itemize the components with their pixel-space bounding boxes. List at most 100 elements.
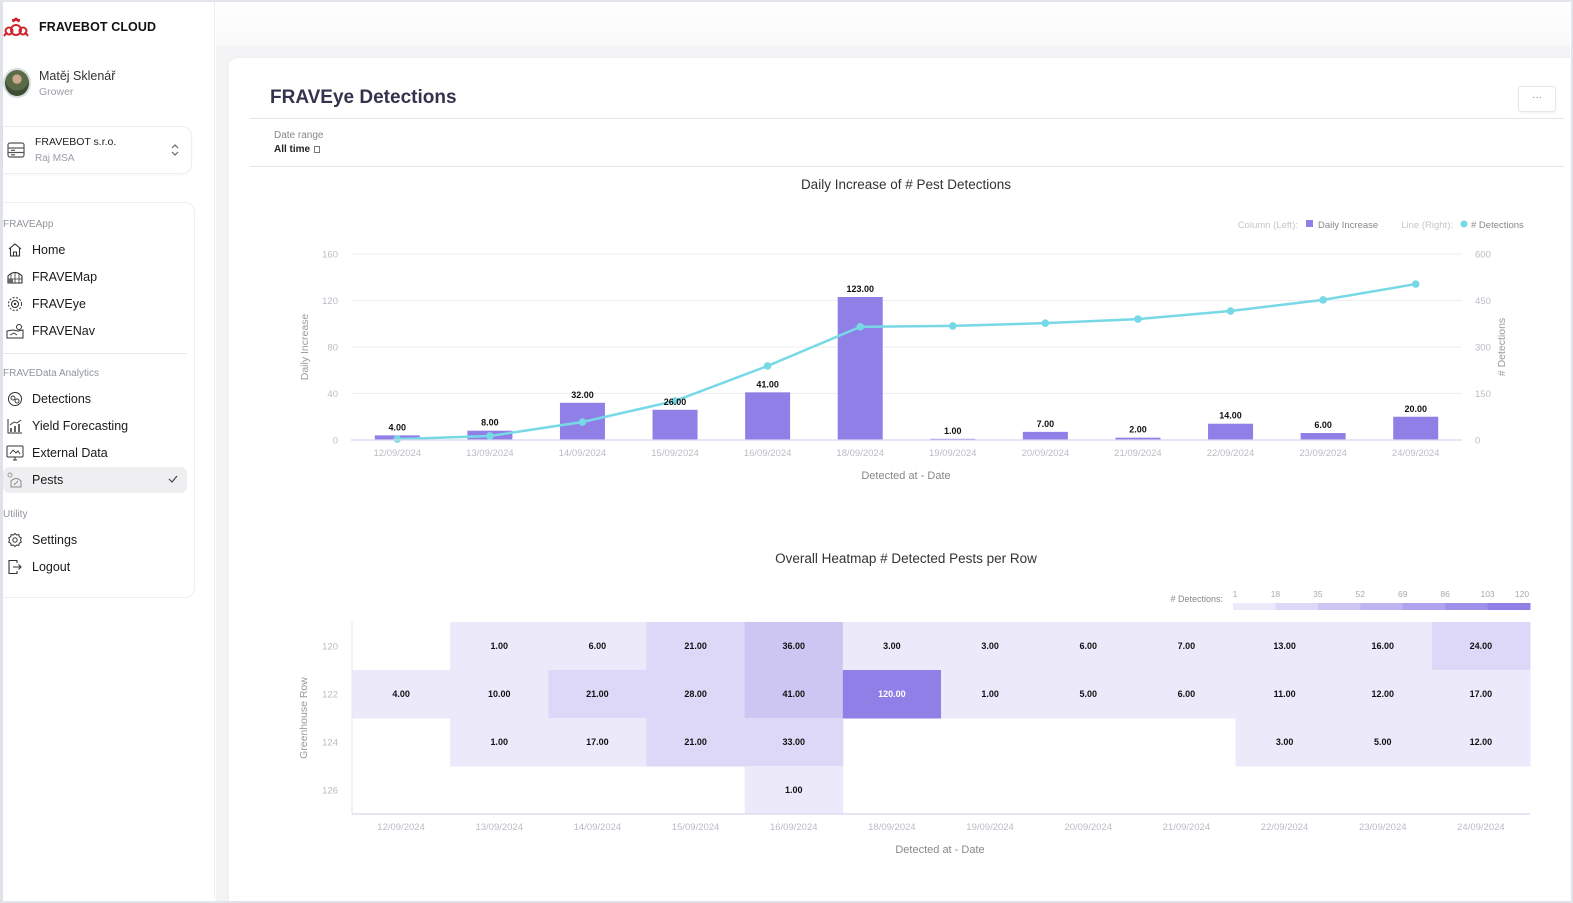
- bar-data-label: 20.00: [1404, 404, 1427, 414]
- y-right-tick-label: 0: [1475, 436, 1480, 447]
- bar[interactable]: [837, 297, 883, 440]
- heatmap-x-tick-label: 16/09/2024: [770, 822, 818, 833]
- heatmap-legend-stop: 52: [1356, 589, 1366, 599]
- bar[interactable]: [652, 409, 698, 440]
- heatmap-x-tick-label: 21/09/2024: [1163, 822, 1211, 833]
- heatmap-cell-label: 6.00: [1178, 689, 1196, 699]
- heatmap-cell-label: 120.00: [878, 689, 906, 699]
- heatmap-cell-label: 21.00: [684, 641, 707, 651]
- heatmap-legend-swatch: [1233, 603, 1276, 610]
- heatmap-cell-label: 11.00: [1274, 689, 1296, 699]
- heatmap-cell-label: 28.00: [684, 689, 707, 699]
- x-tick-label: 12/09/2024: [374, 448, 422, 459]
- bar[interactable]: [1022, 431, 1068, 440]
- line-point[interactable]: [578, 418, 587, 426]
- heatmap-cell-label: 1.00: [490, 737, 508, 747]
- line-point[interactable]: [1134, 315, 1142, 323]
- heatmap-legend-stop: 18: [1271, 589, 1281, 599]
- heatmap-cell-label: 7.00: [1178, 641, 1196, 651]
- y-right-tick-label: 600: [1475, 250, 1491, 261]
- line-point[interactable]: [763, 362, 772, 370]
- heatmap-cell-label: 3.00: [981, 641, 999, 651]
- legend-line-swatch: [1460, 220, 1468, 228]
- heatmap-legend-swatch: [1275, 603, 1319, 610]
- heatmap-cell-label: 24.00: [1470, 641, 1493, 651]
- x-tick-label: 21/09/2024: [1114, 448, 1162, 459]
- legend-line-name[interactable]: # Detections: [1471, 220, 1524, 231]
- heatmap-legend-stop: 103: [1480, 589, 1494, 599]
- bar[interactable]: [745, 392, 791, 440]
- line-point[interactable]: [1226, 307, 1235, 315]
- heatmap-cell-label: 16.00: [1371, 641, 1394, 651]
- heatmap-x-tick-label: 22/09/2024: [1261, 822, 1309, 833]
- y-right-tick-label: 450: [1475, 296, 1491, 307]
- heatmap-y-tick-label: 126: [322, 786, 338, 797]
- y-left-tick-label: 120: [322, 296, 338, 307]
- heatmap-cell-label: 4.00: [392, 689, 410, 699]
- heatmap-cell-label: 17.00: [586, 737, 609, 747]
- heatmap-x-tick-label: 13/09/2024: [475, 822, 523, 833]
- heatmap-legend-label: # Detections:: [1170, 594, 1223, 604]
- heatmap-cell-label: 5.00: [1374, 737, 1392, 747]
- heatmap-cell-label: 3.00: [1276, 737, 1294, 747]
- bar[interactable]: [1208, 423, 1254, 440]
- line-point[interactable]: [948, 322, 957, 330]
- heatmap-y-tick-label: 124: [322, 738, 338, 749]
- bar-data-label: 7.00: [1037, 419, 1055, 429]
- y-left-tick-label: 40: [327, 389, 338, 400]
- heatmap-cell-label: 10.00: [488, 689, 511, 699]
- bar-data-label: 32.00: [571, 390, 594, 400]
- heatmap-cell-label: 1.00: [981, 689, 999, 699]
- heatmap-legend-swatch: [1445, 603, 1489, 610]
- heatmap-legend-stop: 69: [1398, 589, 1408, 599]
- bar-data-label: 6.00: [1314, 420, 1332, 430]
- heatmap-x-tick-label: 15/09/2024: [672, 822, 720, 833]
- bar-data-label: 1.00: [944, 426, 962, 436]
- bar[interactable]: [1300, 433, 1346, 440]
- y-axis-left-title: Daily Increase: [299, 314, 311, 381]
- y-right-tick-label: 300: [1475, 343, 1491, 354]
- legend-column-prefix: Column (Left):: [1238, 220, 1298, 231]
- heatmap-x-tick-label: 20/09/2024: [1064, 822, 1112, 833]
- heatmap-cell-label: 12.00: [1470, 737, 1493, 747]
- line-point[interactable]: [1319, 296, 1327, 304]
- heatmap-y-tick-label: 122: [322, 690, 338, 701]
- heatmap-cell-label: 41.00: [782, 689, 805, 699]
- y-axis-right-title: # Detections: [1496, 318, 1508, 376]
- x-tick-label: 14/09/2024: [559, 448, 607, 459]
- legend-line-prefix: Line (Right):: [1401, 220, 1453, 231]
- chart-title: Daily Increase of # Pest Detections: [801, 177, 1011, 192]
- heatmap-legend-stop: 86: [1440, 589, 1450, 599]
- heatmap-cell-label: 36.00: [782, 641, 805, 651]
- line-point[interactable]: [856, 323, 865, 331]
- legend-column-name[interactable]: Daily Increase: [1318, 220, 1378, 231]
- bar-data-label: 26.00: [664, 397, 687, 407]
- heatmap-cell-label: 3.00: [883, 641, 901, 651]
- heatmap-x-tick-label: 19/09/2024: [966, 822, 1014, 833]
- heatmap-y-tick-label: 120: [322, 642, 338, 653]
- chart-legend: Column (Left): Daily Increase Line (Righ…: [1238, 220, 1524, 231]
- heatmap-cell-label: 1.00: [490, 641, 508, 651]
- x-tick-label: 19/09/2024: [929, 448, 977, 459]
- heatmap-legend-swatch: [1317, 603, 1361, 610]
- heatmap-cell-label: 6.00: [1079, 641, 1097, 651]
- y-left-tick-label: 160: [322, 250, 338, 261]
- line-point[interactable]: [1041, 319, 1050, 327]
- line-point[interactable]: [486, 432, 494, 440]
- x-axis-title: Detected at - Date: [861, 470, 950, 482]
- line-point[interactable]: [393, 435, 402, 443]
- bar-data-label: 14.00: [1219, 411, 1242, 421]
- bar[interactable]: [1393, 416, 1439, 440]
- bar-data-label: 41.00: [756, 379, 779, 389]
- x-tick-label: 20/09/2024: [1022, 448, 1070, 459]
- heatmap-cell-label: 12.00: [1371, 689, 1394, 699]
- heatmap-legend-stop: 1: [1233, 589, 1238, 599]
- line-point[interactable]: [1411, 280, 1420, 288]
- heatmap-cell-label: 33.00: [782, 737, 805, 747]
- y-left-tick-label: 80: [327, 343, 338, 354]
- legend-bar-swatch: [1306, 220, 1313, 227]
- x-tick-label: 24/09/2024: [1392, 448, 1440, 459]
- x-tick-label: 15/09/2024: [651, 448, 699, 459]
- daily-increase-chart: Daily Increase of # Pest Detections Colu…: [298, 177, 1531, 856]
- heatmap-cell-label: 13.00: [1273, 641, 1296, 651]
